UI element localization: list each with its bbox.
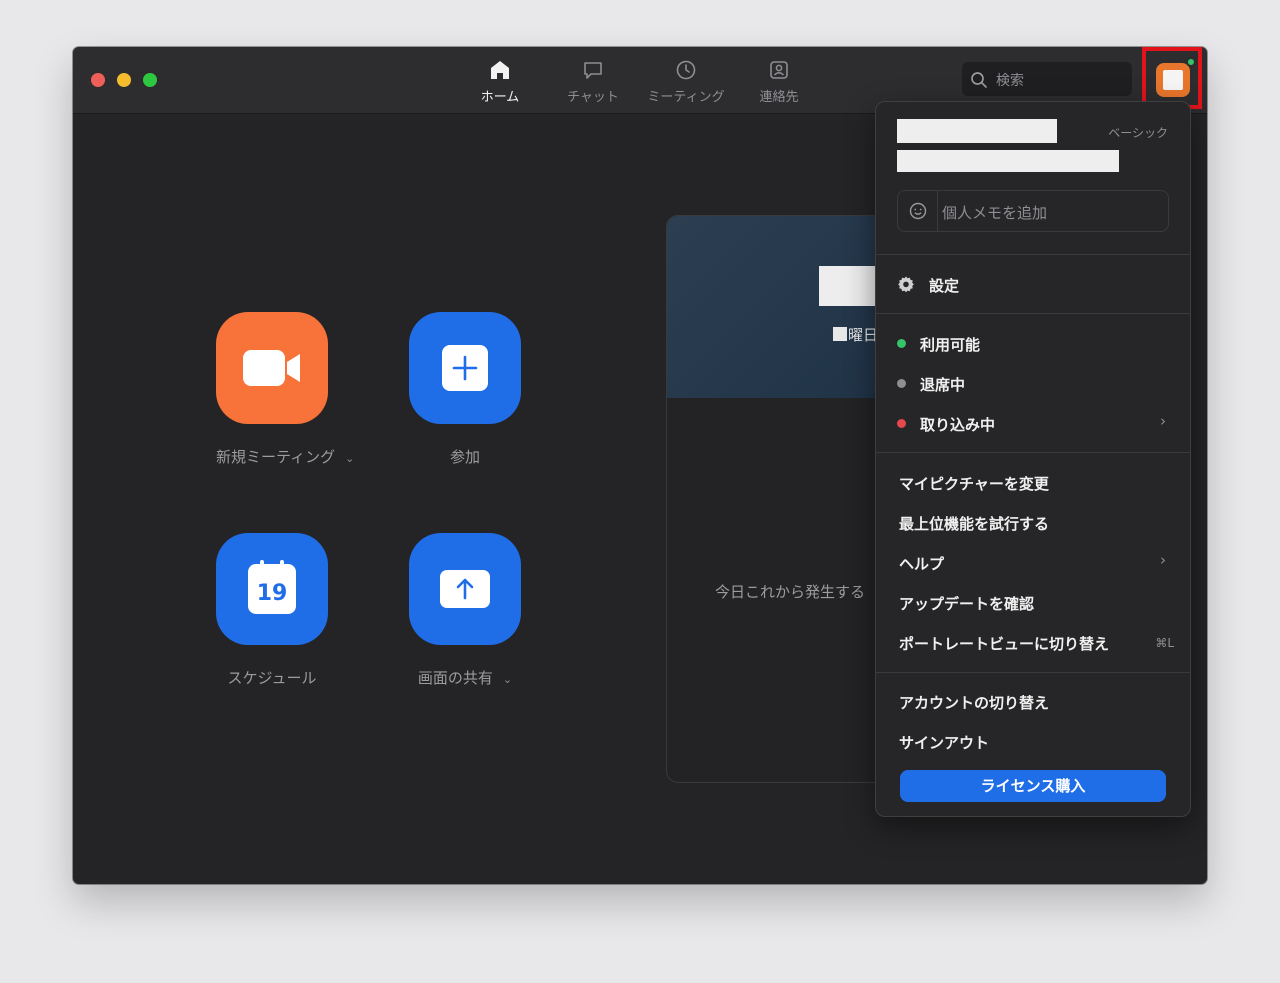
status-indicator [1186, 57, 1196, 67]
emoji-icon[interactable] [898, 191, 938, 231]
schedule-label: スケジュール [227, 669, 317, 687]
no-meetings-text: 今日これから発生する [715, 583, 866, 601]
join-label: 参加 [449, 448, 480, 466]
new-meeting-action[interactable]: 新規ミーティング ⌄ [216, 312, 355, 467]
user-email [897, 150, 1119, 172]
avatar[interactable] [1156, 57, 1196, 97]
chevron-down-icon[interactable]: ⌄ [503, 673, 512, 686]
divider [876, 452, 1190, 453]
chevron-right-icon: › [1160, 551, 1166, 569]
calendar-day: 19 [256, 581, 288, 606]
chat-icon [584, 62, 602, 79]
chevron-down-icon[interactable]: ⌄ [345, 452, 354, 465]
search-input[interactable]: 検索 [962, 62, 1132, 96]
memo-placeholder: 個人メモを追加 [942, 204, 1048, 222]
switch-account-item[interactable]: アカウントの切り替え [899, 692, 1049, 713]
status-busy-label: 取り込み中 [920, 416, 996, 434]
available-dot-icon [897, 339, 906, 348]
video-camera-icon [243, 350, 300, 386]
tab-contacts[interactable]: 連絡先 [734, 59, 824, 107]
divider [876, 313, 1190, 314]
zoom-window: ホーム チャット ミーティング 連絡先 検索 新規ミーティング ⌄ 参加 19 … [73, 47, 1207, 884]
user-name [897, 119, 1057, 143]
portrait-shortcut: ⌘L [1155, 636, 1174, 650]
divider [876, 672, 1190, 673]
tab-chat[interactable]: チャット [548, 59, 638, 107]
status-away-label: 退席中 [920, 376, 966, 394]
share-screen-label: 画面の共有 ⌄ [417, 669, 513, 687]
home-icon [491, 61, 509, 79]
profile-menu: ベーシック 個人メモを追加 設定 利用可能 退席中 取り込み中 › マイピクチャ… [875, 101, 1191, 817]
help-label: ヘルプ [899, 555, 945, 573]
portrait-view-label: ポートレートビューに切り替え [899, 635, 1110, 653]
tab-meetings-label: ミーティング [647, 90, 725, 105]
tab-contacts-label: 連絡先 [759, 90, 799, 105]
plus-icon [442, 345, 488, 391]
divider [876, 254, 1190, 255]
search-placeholder: 検索 [996, 73, 1024, 89]
day-label: 曜日 [833, 324, 878, 345]
change-picture-item[interactable]: マイピクチャーを変更 [899, 473, 1049, 494]
status-available-label: 利用可能 [920, 336, 981, 354]
tab-meetings[interactable]: ミーティング [641, 59, 731, 107]
gear-icon [898, 276, 914, 293]
personal-memo-input[interactable]: 個人メモを追加 [897, 190, 1169, 232]
avatar-image [1163, 70, 1183, 90]
buy-license-button[interactable]: ライセンス購入 [900, 770, 1166, 802]
away-clock-icon [897, 379, 906, 388]
join-action[interactable]: 参加 [409, 312, 521, 467]
close-window-button[interactable] [91, 73, 105, 87]
contacts-icon [770, 61, 788, 79]
plan-badge: ベーシック [1108, 126, 1168, 140]
tab-chat-label: チャット [567, 90, 619, 105]
avatar-highlight [1142, 47, 1202, 109]
new-meeting-label: 新規ミーティング ⌄ [216, 448, 355, 466]
share-screen-action[interactable]: 画面の共有 ⌄ [409, 533, 521, 688]
try-top-features-item[interactable]: 最上位機能を試行する [899, 513, 1049, 534]
new-meeting-button[interactable] [216, 312, 328, 424]
search-icon [971, 72, 987, 88]
settings-label: 設定 [929, 277, 960, 295]
tab-home[interactable]: ホーム [455, 59, 545, 107]
sign-out-item[interactable]: サインアウト [899, 732, 989, 753]
check-updates-item[interactable]: アップデートを確認 [899, 593, 1034, 614]
schedule-button[interactable]: 19 [216, 533, 328, 645]
chevron-right-icon: › [1160, 412, 1166, 430]
clock-icon [676, 60, 696, 80]
share-screen-icon [440, 570, 490, 608]
join-button[interactable] [409, 312, 521, 424]
calendar-icon: 19 [248, 560, 296, 614]
tab-home-label: ホーム [480, 90, 520, 105]
schedule-action[interactable]: 19 スケジュール [216, 533, 328, 688]
minimize-window-button[interactable] [117, 73, 131, 87]
maximize-window-button[interactable] [143, 73, 157, 87]
busy-dot-icon [897, 419, 906, 428]
share-screen-button[interactable] [409, 533, 521, 645]
